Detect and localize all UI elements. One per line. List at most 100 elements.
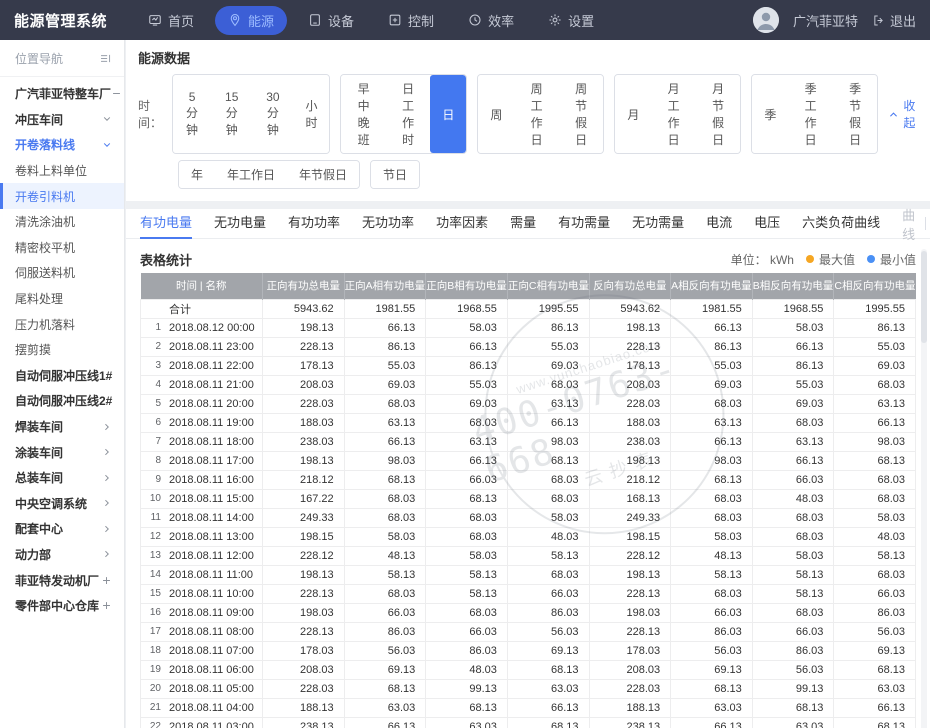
sidebar-item[interactable]: 配套中心 xyxy=(0,516,124,542)
value-cell: 66.13 xyxy=(426,451,508,470)
sidebar-item[interactable]: 卷料上料单位 xyxy=(0,158,124,184)
collapse-button[interactable]: 收起 xyxy=(888,97,916,131)
value-cell: 68.13 xyxy=(834,660,916,679)
row-index: 18 xyxy=(146,645,161,656)
sidebar-item[interactable]: 开卷落料线 xyxy=(0,132,124,158)
filter-button[interactable]: 周节假日 xyxy=(559,75,603,153)
tab-item[interactable]: 功率因素 xyxy=(436,209,488,239)
filter-button[interactable]: 季工作日 xyxy=(788,75,832,153)
value-cell-max: 249.33 xyxy=(263,508,345,527)
value-cell: 69.03 xyxy=(344,375,426,394)
value-cell: 198.15 xyxy=(589,527,671,546)
logout-button[interactable]: 退出 xyxy=(872,11,916,30)
tab-item[interactable]: 无功电量 xyxy=(214,209,266,239)
tab-item[interactable]: 有功功率 xyxy=(288,209,340,239)
sidebar-item[interactable]: 摆剪摸 xyxy=(0,337,124,363)
sidebar-item[interactable]: 菲亚特发动机厂 xyxy=(0,567,124,593)
sidebar-item[interactable]: 零件部中心仓库 xyxy=(0,593,124,619)
sidebar-item[interactable]: 动力部 xyxy=(0,542,124,568)
filter-button[interactable]: 日工作时 xyxy=(386,75,430,153)
nav-item[interactable]: 效率 xyxy=(455,6,527,35)
nav-item[interactable]: 能源 xyxy=(215,6,287,35)
value-cell: 86.03 xyxy=(344,622,426,641)
energy-pin-icon xyxy=(228,13,242,27)
value-cell: 68.03 xyxy=(752,527,834,546)
energy-data-panel: 能源数据 时间： 5分钟15分钟30分钟小时早中晚班日工作时日周周工作日周节假日… xyxy=(126,40,930,201)
nav-item[interactable]: 控制 xyxy=(375,6,447,35)
tab-item[interactable]: 需量 xyxy=(510,209,536,239)
tab-item[interactable]: 电流 xyxy=(706,209,732,239)
sidebar-item-label: 广汽菲亚特整车厂 xyxy=(15,85,111,102)
value-cell: 68.13 xyxy=(507,451,589,470)
sidebar-item-label: 菲亚特发动机厂 xyxy=(15,572,99,589)
row-index: 7 xyxy=(146,436,161,447)
filter-button[interactable]: 15分钟 xyxy=(211,75,252,153)
tab-item[interactable]: 无功需量 xyxy=(632,209,684,239)
tab-active[interactable]: 有功电量 xyxy=(140,209,192,239)
value-cell: 86.03 xyxy=(834,603,916,622)
filter-button[interactable]: 年 xyxy=(179,161,215,188)
sidebar-item[interactable]: 广汽菲亚特整车厂 xyxy=(0,81,124,107)
sidebar-item[interactable]: 清洗涂油机 xyxy=(0,209,124,235)
table-row: 62018.08.11 19:00188.0363.1368.0366.1318… xyxy=(141,413,916,432)
value-cell: 68.03 xyxy=(834,489,916,508)
filter-button[interactable]: 年节假日 xyxy=(287,161,359,188)
value-cell: 68.03 xyxy=(752,603,834,622)
tab-item[interactable]: 电压 xyxy=(754,209,780,239)
filter-button[interactable]: 小时 xyxy=(293,75,329,153)
filter-button[interactable]: 月节假日 xyxy=(696,75,740,153)
filter-button[interactable]: 月 xyxy=(615,75,651,153)
sidebar-item[interactable]: 开卷引料机 xyxy=(0,183,124,209)
value-cell: 198.13 xyxy=(263,565,345,584)
row-time: 2018.08.11 20:00 xyxy=(169,398,254,410)
row-index: 6 xyxy=(146,417,161,428)
value-cell: 66.13 xyxy=(507,413,589,432)
sidebar-item[interactable]: 自动伺服冲压线2# xyxy=(0,388,124,414)
filter-button[interactable]: 年工作日 xyxy=(215,161,287,188)
filter-button[interactable]: 节日 xyxy=(371,161,419,188)
row-time: 2018.08.11 22:00 xyxy=(169,360,254,372)
filter-button[interactable]: 5分钟 xyxy=(173,75,211,153)
table-row: 222018.08.11 03:00238.1366.1363.0368.132… xyxy=(141,717,916,728)
filter-button[interactable]: 30分钟 xyxy=(252,75,293,153)
value-cell: 63.13 xyxy=(344,413,426,432)
sidebar-item[interactable]: 焊装车间 xyxy=(0,414,124,440)
scrollbar-thumb[interactable] xyxy=(921,251,927,343)
value-cell: 69.13 xyxy=(671,660,753,679)
sidebar-item[interactable]: 压力机落料 xyxy=(0,311,124,337)
value-cell: 86.03 xyxy=(426,641,508,660)
nav-item[interactable]: 设置 xyxy=(535,6,607,35)
sidebar-item-label: 动力部 xyxy=(15,546,51,563)
sidebar-item[interactable]: 总装车间 xyxy=(0,465,124,491)
sidebar-item[interactable]: 自动伺服冲压线1# xyxy=(0,363,124,389)
filter-button[interactable]: 季 xyxy=(752,75,788,153)
tab-item[interactable]: 有功需量 xyxy=(558,209,610,239)
tab-item[interactable]: 六类负荷曲线 xyxy=(802,209,880,239)
value-cell: 68.13 xyxy=(671,679,753,698)
scrollbar[interactable] xyxy=(921,249,927,728)
sidebar-item[interactable]: 中央空调系统 xyxy=(0,491,124,517)
sidebar-item[interactable]: 精密校平机 xyxy=(0,235,124,261)
sidebar-item[interactable]: 涂装车间 xyxy=(0,439,124,465)
top-navbar: 能源管理系统 首页能源设备控制效率设置 广汽菲亚特 退出 xyxy=(0,0,930,40)
filter-button[interactable]: 月工作日 xyxy=(651,75,695,153)
nav-item[interactable]: 设备 xyxy=(295,6,367,35)
value-cell: 56.03 xyxy=(344,641,426,660)
nav-item[interactable]: 首页 xyxy=(135,6,207,35)
sidebar-item[interactable]: 冲压车间 xyxy=(0,107,124,133)
sidebar-item[interactable]: 伺服送料机 xyxy=(0,260,124,286)
table-header-row: 时间 | 名称正向有功总电量正向A相有功电量正向B相有功电量正向C相有功电量反向… xyxy=(141,273,916,299)
collapse-list-icon[interactable] xyxy=(99,52,112,65)
row-index: 14 xyxy=(146,569,161,580)
filter-button[interactable]: 早中晚班 xyxy=(341,75,385,153)
view-curve-button[interactable]: 曲线 xyxy=(902,205,915,243)
time-name-cell: 152018.08.11 10:00 xyxy=(141,584,263,603)
value-cell-min: 48.13 xyxy=(671,546,753,565)
filter-button[interactable]: 季节假日 xyxy=(833,75,877,153)
sidebar-item[interactable]: 尾料处理 xyxy=(0,286,124,312)
user-avatar[interactable] xyxy=(753,7,779,33)
filter-button[interactable]: 周 xyxy=(478,75,514,153)
filter-button[interactable]: 日 xyxy=(430,75,466,153)
tab-item[interactable]: 无功功率 xyxy=(362,209,414,239)
filter-button[interactable]: 周工作日 xyxy=(514,75,558,153)
